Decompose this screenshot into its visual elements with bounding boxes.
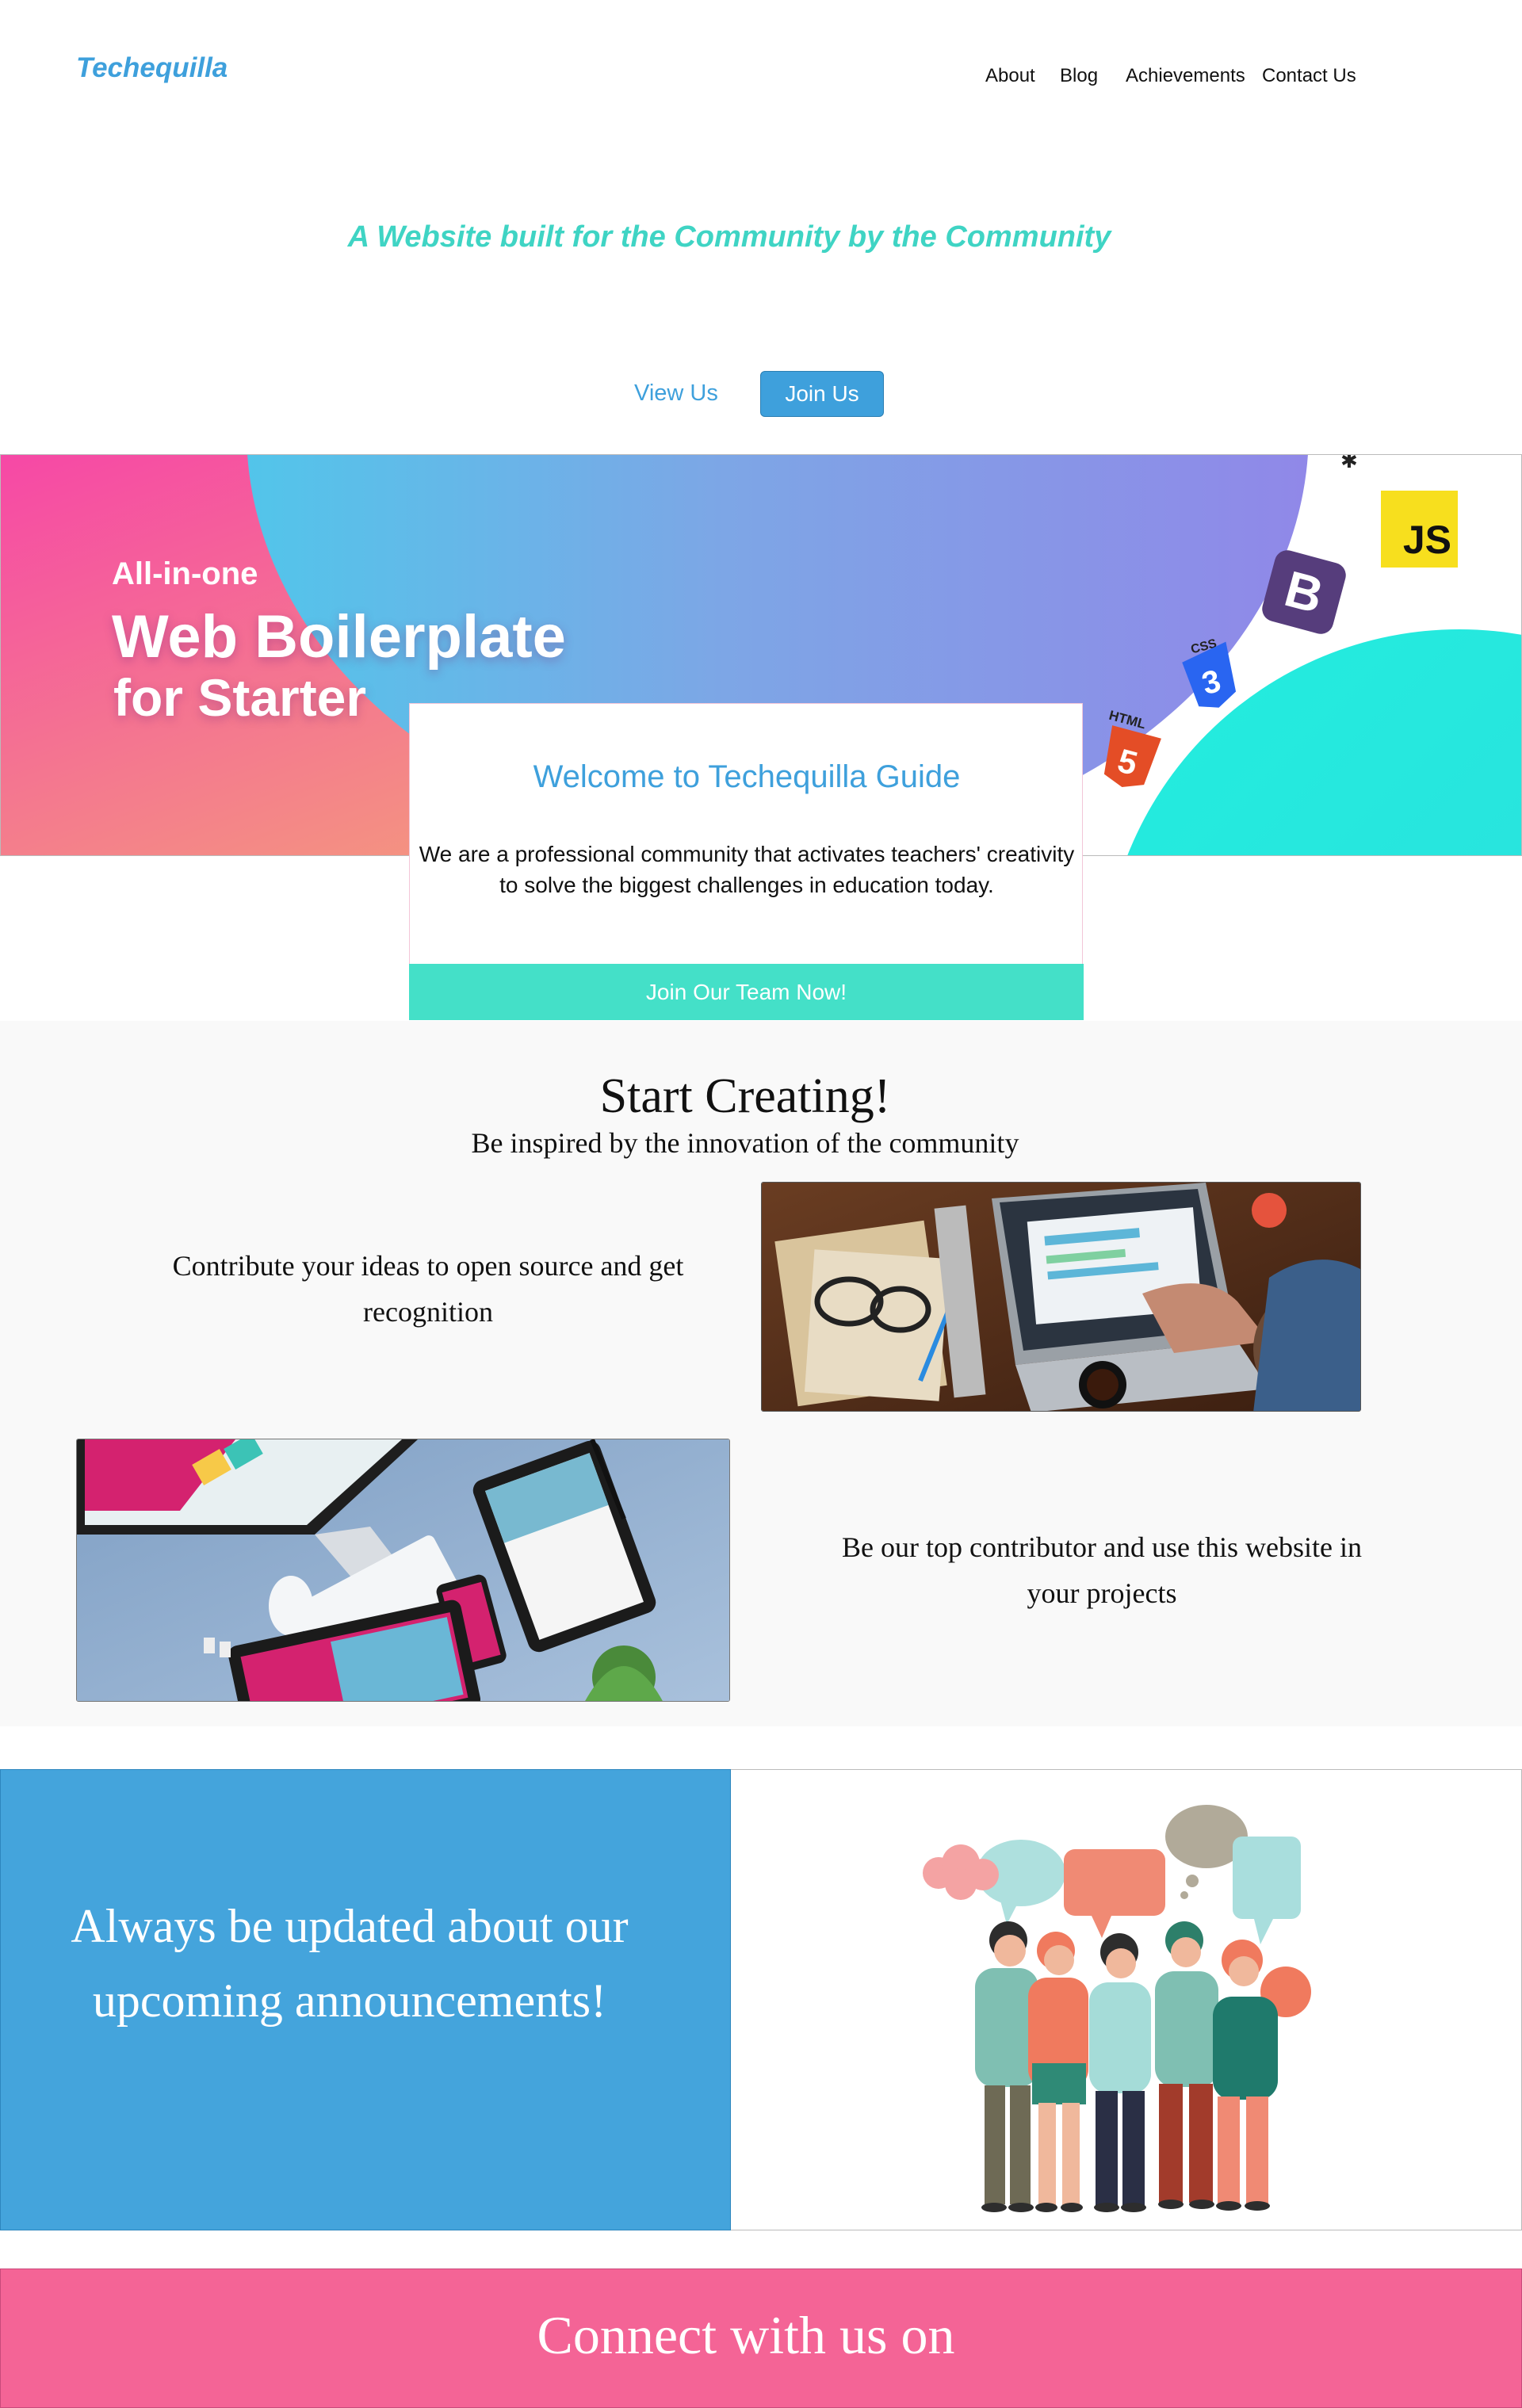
creating-title: Start Creating!: [599, 1069, 891, 1123]
banner-line-1: All-in-one: [112, 556, 258, 591]
javascript-logo-icon: JS: [1381, 491, 1458, 568]
css3-logo-icon: CSS 3: [1180, 636, 1243, 719]
view-us-button[interactable]: View Us: [634, 380, 718, 407]
brand-logo[interactable]: Techequilla: [76, 52, 228, 84]
start-creating-section: Start Creating! Be inspired by the innov…: [0, 1021, 1522, 1726]
welcome-card: Welcome to Techequilla Guide We are a pr…: [409, 703, 1084, 1020]
announcements-text: Always be updated about our upcoming ann…: [71, 1900, 629, 2027]
community-people-illustration: [731, 1769, 1522, 2230]
creating-item-2-text: Be our top contributor and use this webs…: [842, 1531, 1362, 1609]
connect-section: Connect with us on: [0, 2268, 1522, 2408]
html5-logo-icon: HTML 5: [1093, 707, 1164, 798]
join-us-button[interactable]: Join Us: [760, 371, 884, 417]
welcome-title: Welcome to Techequilla Guide: [533, 759, 961, 794]
join-team-button[interactable]: Join Our Team Now!: [409, 964, 1084, 1020]
banner-line-2: Web Boilerplate: [112, 603, 566, 671]
creating-item-1-text: Contribute your ideas to open source and…: [172, 1250, 684, 1328]
nav-blog[interactable]: Blog: [1060, 65, 1098, 87]
welcome-body: We are a professional community that act…: [419, 842, 1075, 897]
nav-achievements[interactable]: Achievements: [1126, 65, 1245, 87]
connect-title: Connect with us on: [537, 2305, 955, 2365]
creating-subtitle: Be inspired by the innovation of the com…: [471, 1127, 1019, 1159]
hero-tagline: A Website built for the Community by the…: [347, 220, 1111, 254]
nav-about[interactable]: About: [985, 65, 1035, 87]
react-icon: ✱: [1340, 454, 1358, 472]
responsive-devices-image: [76, 1439, 730, 1702]
nav-contact[interactable]: Contact Us: [1262, 65, 1356, 87]
announcements-panel: Always be updated about our upcoming ann…: [0, 1769, 731, 2230]
banner-line-3: for Starter: [113, 668, 367, 727]
laptop-desk-image: [761, 1182, 1361, 1412]
